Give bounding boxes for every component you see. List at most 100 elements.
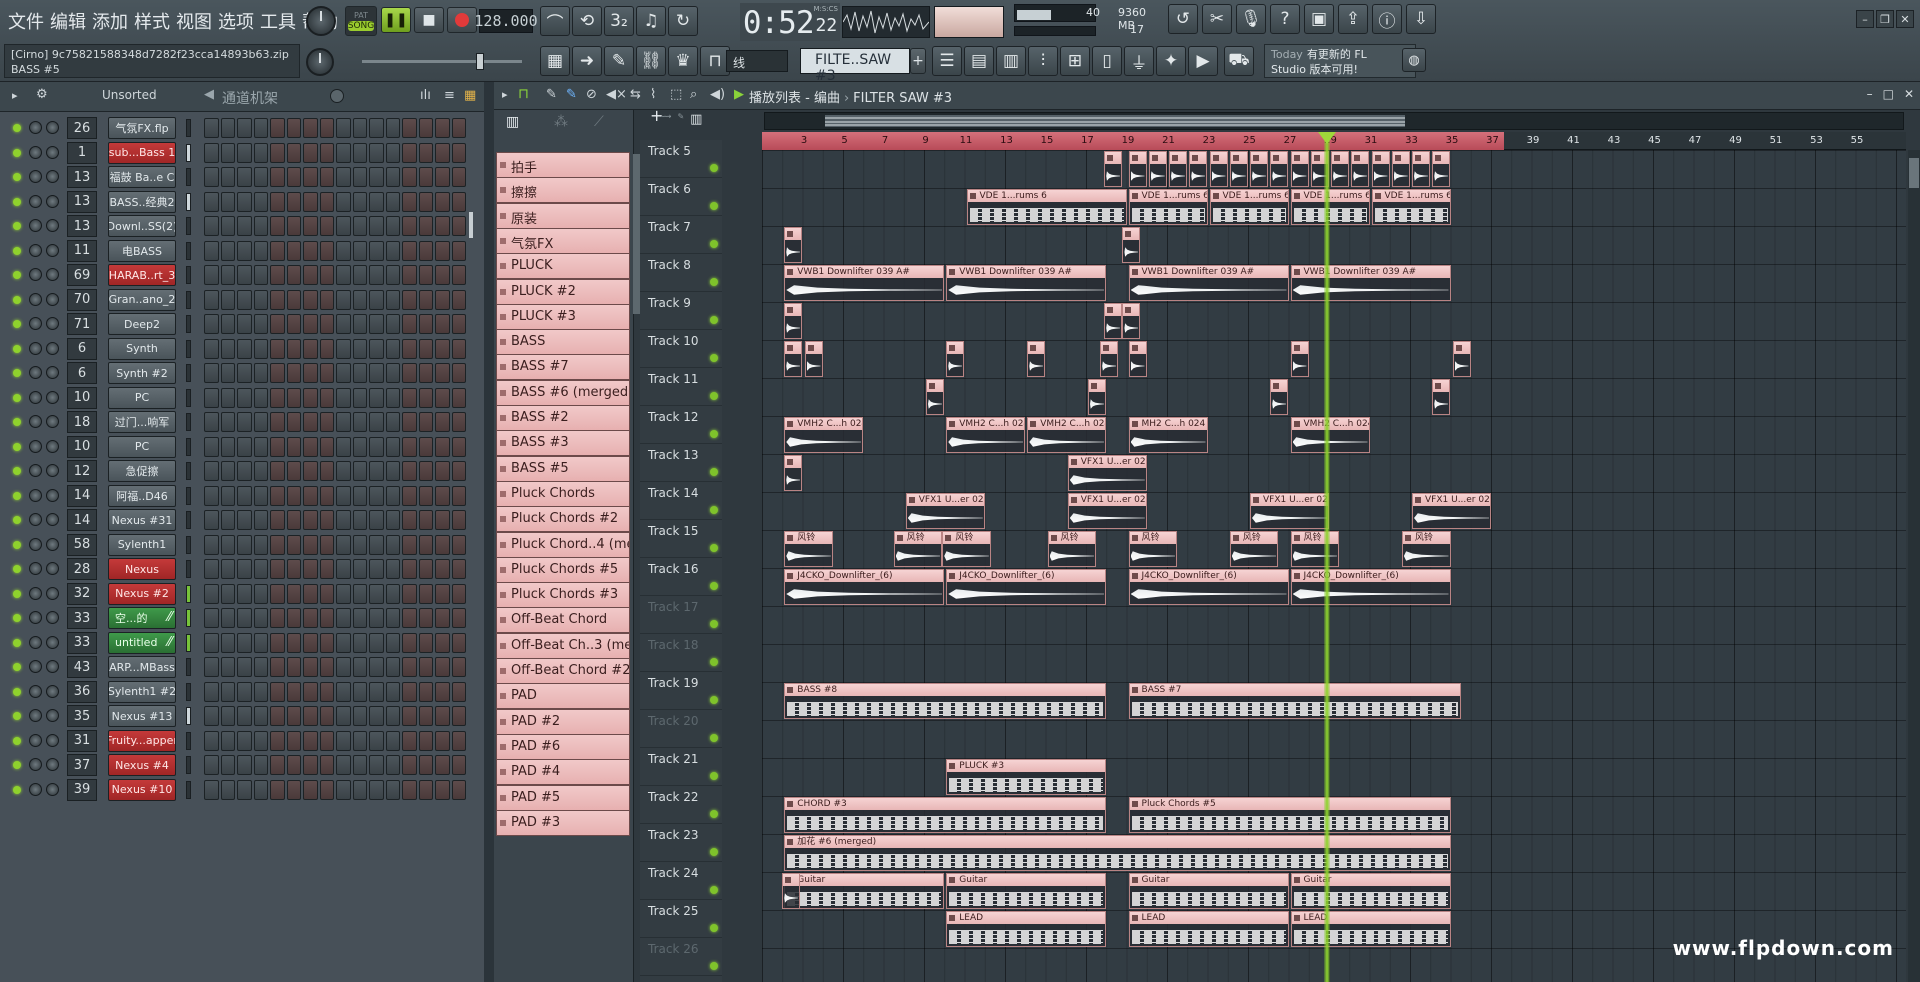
- step-button[interactable]: [435, 632, 450, 653]
- step-button[interactable]: [369, 289, 384, 310]
- step-button[interactable]: [319, 632, 334, 653]
- step-button[interactable]: [385, 681, 400, 702]
- pat-song-toggle[interactable]: PAT SONG: [345, 6, 377, 36]
- pattern-item[interactable]: 拍手: [496, 152, 630, 178]
- step-button[interactable]: [303, 706, 318, 726]
- step-button[interactable]: [369, 632, 384, 653]
- step-button[interactable]: [237, 167, 252, 187]
- step-button[interactable]: [319, 289, 334, 310]
- channel-name-button[interactable]: Deep2: [108, 313, 176, 335]
- step-button[interactable]: [435, 534, 450, 555]
- playlist-clip[interactable]: 风铃: [1401, 531, 1451, 567]
- step-button[interactable]: [237, 559, 252, 579]
- step-button[interactable]: [253, 412, 268, 432]
- pattern-item[interactable]: BASS #6 (merged): [496, 379, 630, 406]
- playlist-clip[interactable]: J4CKO_Downlifter_(6): [946, 569, 1107, 605]
- step-button[interactable]: [286, 387, 301, 408]
- channel-mute-led[interactable]: [13, 320, 21, 328]
- step-button[interactable]: [418, 681, 433, 702]
- step-button[interactable]: [352, 755, 367, 775]
- pattern-item[interactable]: PAD #6: [496, 733, 630, 760]
- channel-row[interactable]: 35 Nexus #13: [0, 703, 478, 729]
- step-button[interactable]: [303, 338, 318, 359]
- step-button[interactable]: [418, 412, 433, 432]
- track-header[interactable]: Track 7: [640, 216, 722, 254]
- playlist-clip[interactable]: Guitar: [1290, 873, 1451, 909]
- step-button[interactable]: [352, 142, 367, 163]
- playlist-clip[interactable]: BASS #7: [1128, 683, 1461, 719]
- channel-row[interactable]: 33 空...的 ⁄⁄: [0, 605, 478, 631]
- step-button[interactable]: [418, 387, 433, 408]
- channel-mute-led[interactable]: [13, 516, 21, 524]
- pattern-item[interactable]: BASS #7: [496, 354, 630, 381]
- playlist-clip[interactable]: VWB1 Downlifter 039 A#: [784, 265, 945, 301]
- playlist-clip[interactable]: MH2 C...h 024: [1128, 417, 1208, 453]
- slip-tool-icon[interactable]: ⇆: [630, 87, 641, 102]
- playlist-clip[interactable]: J4CKO_Downlifter_(6): [784, 569, 945, 605]
- channel-name-button[interactable]: Sylenth1 #2: [108, 680, 176, 703]
- step-button[interactable]: [369, 216, 384, 236]
- step-button[interactable]: [336, 755, 351, 775]
- step-button[interactable]: [385, 534, 400, 555]
- channel-select-indicator[interactable]: [186, 119, 191, 137]
- step-button[interactable]: [352, 240, 367, 261]
- channel-select-indicator[interactable]: [186, 486, 191, 505]
- step-button[interactable]: [270, 265, 285, 285]
- channel-name-button[interactable]: 过门...响军: [108, 411, 176, 433]
- channel-row[interactable]: 58 Sylenth1: [0, 532, 478, 558]
- step-button[interactable]: [336, 485, 351, 506]
- playlist-clip-small[interactable]: [1122, 303, 1141, 339]
- step-button[interactable]: [237, 706, 252, 726]
- channel-mixer-track[interactable]: 13: [67, 215, 97, 237]
- step-button[interactable]: [418, 216, 433, 236]
- step-button[interactable]: [385, 363, 400, 383]
- step-button[interactable]: [402, 534, 417, 555]
- step-button[interactable]: [402, 583, 417, 604]
- step-button[interactable]: [352, 681, 367, 702]
- step-button[interactable]: [204, 314, 219, 334]
- track-mute-led[interactable]: [710, 696, 718, 704]
- video-button[interactable]: ▶: [1188, 46, 1218, 76]
- step-button[interactable]: [270, 118, 285, 138]
- playlist-clip[interactable]: CHORD #3: [784, 797, 1107, 833]
- playlist-clip[interactable]: Guitar: [946, 873, 1107, 909]
- channel-volume-knob[interactable]: [46, 415, 59, 428]
- playlist-clip-small[interactable]: [1209, 151, 1228, 187]
- step-button[interactable]: [237, 363, 252, 383]
- piano-roll-view-button[interactable]: ▤: [964, 46, 994, 76]
- channel-volume-knob[interactable]: [46, 660, 59, 673]
- channel-mixer-track[interactable]: 39: [67, 778, 97, 801]
- step-button[interactable]: [286, 510, 301, 530]
- step-button[interactable]: [253, 338, 268, 359]
- step-button[interactable]: [303, 387, 318, 408]
- step-button[interactable]: [385, 167, 400, 187]
- step-button[interactable]: [253, 142, 268, 163]
- step-button[interactable]: [336, 559, 351, 579]
- track-mute-led[interactable]: [710, 392, 718, 400]
- step-button[interactable]: [402, 510, 417, 530]
- pattern-item[interactable]: Pluck Chords #5: [496, 556, 630, 583]
- step-button[interactable]: [220, 608, 235, 628]
- playlist-clip[interactable]: BASS #8: [784, 683, 1107, 719]
- playlist-clip[interactable]: VWB1 Downlifter 039 A#: [946, 265, 1107, 301]
- step-button[interactable]: [204, 216, 219, 236]
- pattern-item[interactable]: 原装: [496, 202, 630, 229]
- channel-row[interactable]: 43 ARP...MBass: [0, 654, 478, 680]
- channel-select-indicator[interactable]: [186, 756, 191, 774]
- rack-options-icon[interactable]: ⚙: [36, 87, 48, 102]
- channel-mixer-track[interactable]: 14: [67, 509, 97, 531]
- pattern-item[interactable]: PLUCK: [496, 253, 630, 280]
- step-button[interactable]: [402, 338, 417, 359]
- step-button[interactable]: [336, 118, 351, 138]
- menu-options[interactable]: 选项: [216, 8, 256, 34]
- step-button[interactable]: [352, 657, 367, 677]
- channel-name-button[interactable]: HARAB..rt_3: [108, 264, 176, 286]
- channel-select-indicator[interactable]: [186, 339, 191, 358]
- step-button[interactable]: [204, 559, 219, 579]
- step-button[interactable]: [270, 706, 285, 726]
- playlist-clip[interactable]: Guitar: [1128, 873, 1289, 909]
- channel-mixer-track[interactable]: 43: [67, 656, 97, 678]
- master-volume-knob[interactable]: [306, 6, 336, 36]
- step-button[interactable]: [352, 730, 367, 751]
- step-button[interactable]: [402, 436, 417, 457]
